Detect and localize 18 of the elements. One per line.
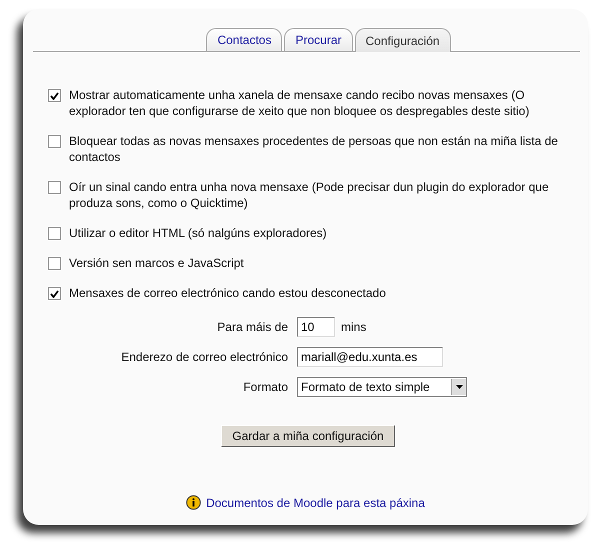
option-label: Mostrar automaticamente unha xanela de mensaxe cando recibo novas mensaxes (O explorador ten que configurarse de xeito que non bloquee os despregables deste sitio) bbox=[69, 87, 530, 119]
option-label: Mensaxes de correo electrónico cando estou desconectado bbox=[69, 285, 386, 301]
option-label: Utilizar o editor HTML (só nalgúns exploradores) bbox=[69, 225, 327, 241]
minutes-field[interactable]: 10 bbox=[297, 317, 335, 337]
tab[interactable]: Procurar bbox=[284, 28, 352, 51]
save-button[interactable]: Gardar a miña configuración bbox=[221, 425, 395, 447]
help-link[interactable]: Documentos de Moodle para esta páxina bbox=[206, 496, 425, 510]
field-label: Formato bbox=[242, 380, 288, 394]
option-label: Oír un sinal cando entra unha nova mensaxe (Pode precisar dun plugin do explorador que produza sons, como o Quicktime) bbox=[69, 179, 550, 211]
tab[interactable]: Contactos bbox=[206, 28, 282, 51]
email-field[interactable]: mariall@edu.xunta.es bbox=[297, 347, 443, 367]
option-label: Bloquear todas as novas mensaxes procedentes de persoas que non están na miña lista de contactos bbox=[69, 133, 559, 165]
tab[interactable]: Configuración bbox=[354, 28, 451, 52]
field-label: Para máis de bbox=[216, 320, 288, 334]
field-label: Enderezo de correo electrónico bbox=[120, 350, 288, 364]
unit-label: mins bbox=[341, 320, 366, 334]
option-label: Versión sen marcos e JavaScript bbox=[69, 255, 244, 271]
format-dropdown[interactable]: Formato de texto simple bbox=[297, 377, 467, 397]
